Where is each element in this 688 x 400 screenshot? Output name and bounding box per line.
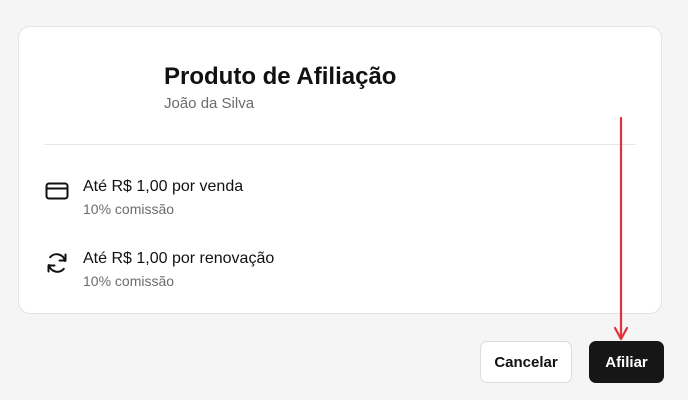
divider [44,144,636,145]
refresh-icon [47,253,67,273]
affiliation-page: Produto de Afiliação João da Silva Até R… [0,0,688,400]
renewal-commission-text: Até R$ 1,00 por renovação [83,250,275,267]
sale-commission-text: Até R$ 1,00 por venda [83,178,244,195]
affiliation-card: Produto de Afiliação João da Silva Até R… [18,26,662,314]
renewal-commission-rate: 10% comissão [83,273,175,289]
commission-row-renewal: Até R$ 1,00 por renovação 10% comissão [44,249,604,293]
product-title: Produto de Afiliação [164,63,397,90]
affiliate-button[interactable]: Afiliar [589,341,664,383]
sale-commission-rate: 10% comissão [83,201,175,217]
cancel-button[interactable]: Cancelar [480,341,572,383]
product-owner: João da Silva [164,95,255,112]
credit-card-icon [45,182,69,200]
commission-row-sale: Até R$ 1,00 por venda 10% comissão [44,177,604,221]
